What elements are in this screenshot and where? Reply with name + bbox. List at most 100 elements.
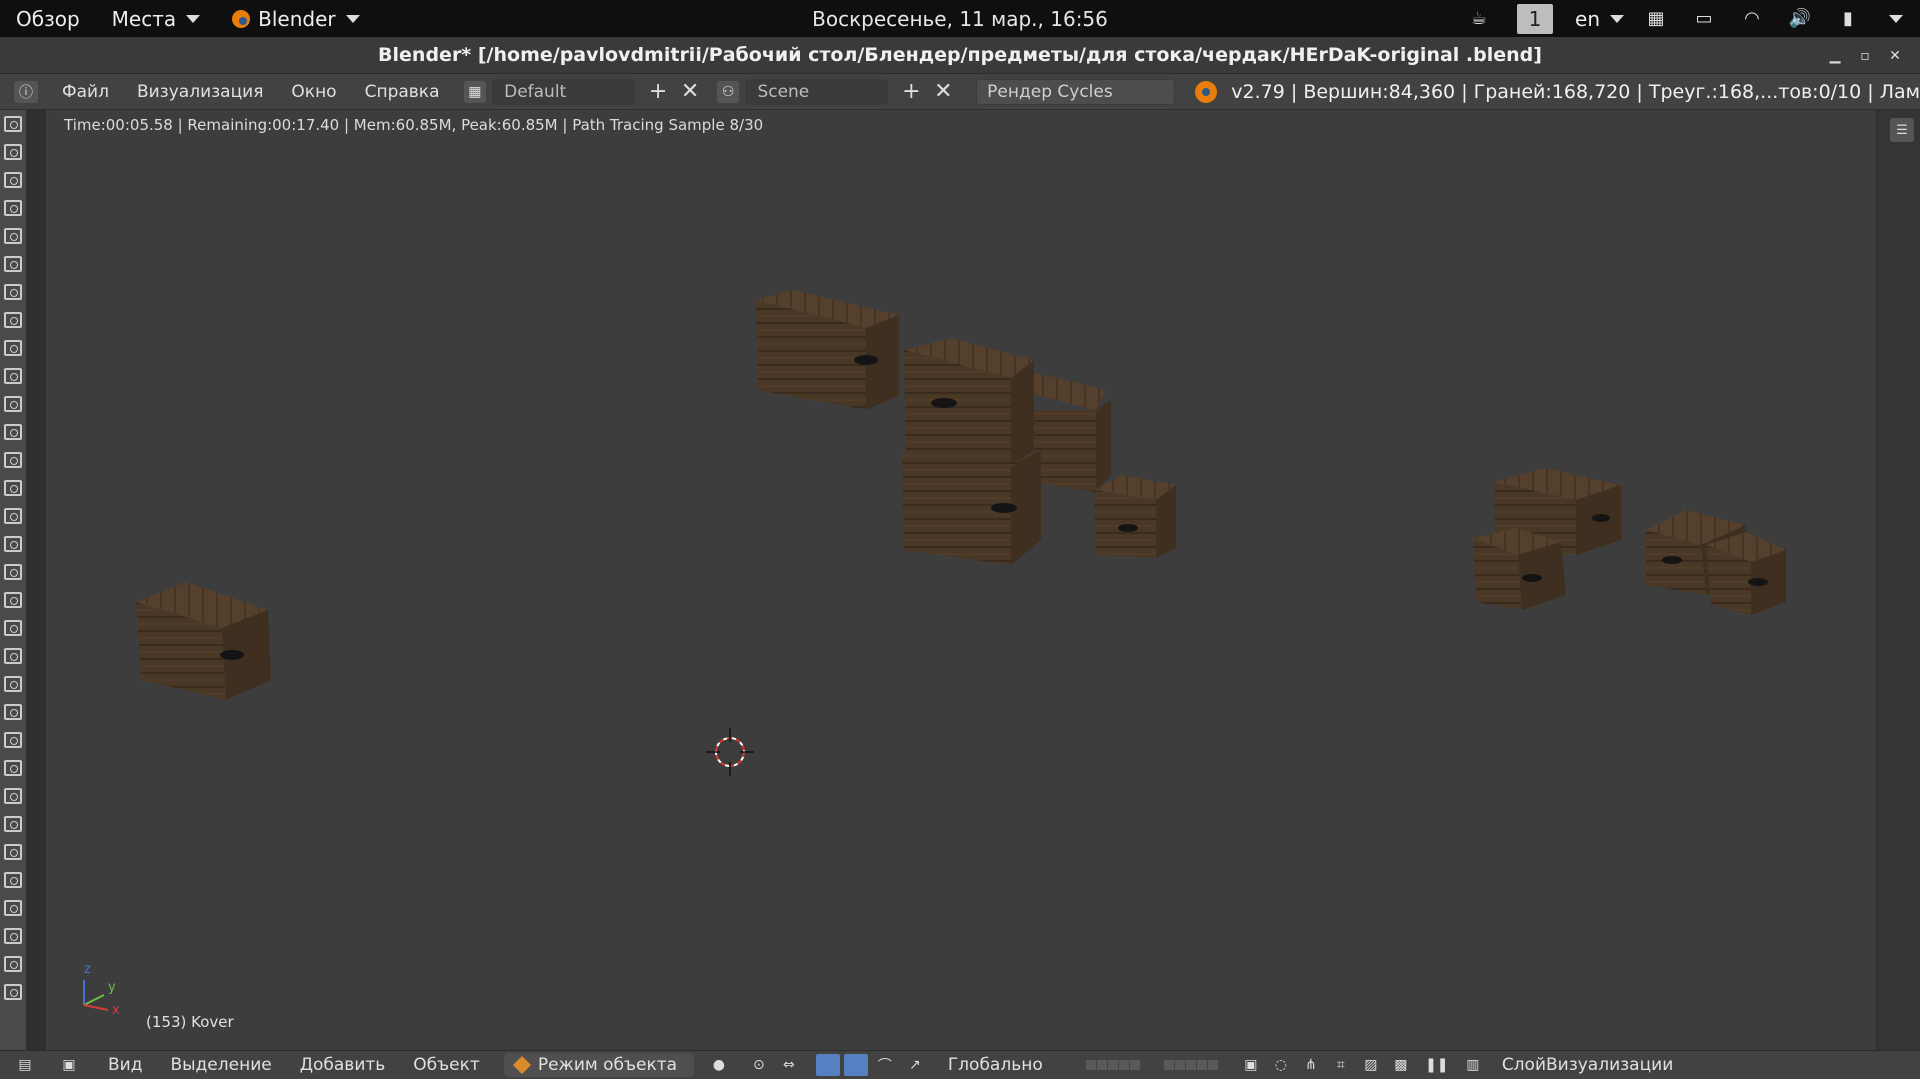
battery-icon[interactable]: ▮ xyxy=(1835,8,1861,30)
pivot-point-icon[interactable]: ⊙ xyxy=(748,1055,770,1075)
render-layer-tab-icon[interactable] xyxy=(4,564,22,580)
lock-layers-icon[interactable]: ▣ xyxy=(1240,1055,1262,1075)
proportional-edit-icon[interactable]: ◌ xyxy=(1270,1055,1292,1075)
render-layer-tab-icon[interactable] xyxy=(4,620,22,636)
rotate-manipulator-button[interactable] xyxy=(843,1054,868,1076)
menu-file[interactable]: Файл xyxy=(48,79,123,105)
screen-layout-icon[interactable]: ▦ xyxy=(463,80,487,103)
render-layer-tab-icon[interactable] xyxy=(4,704,22,720)
menu-select[interactable]: Выделение xyxy=(156,1055,285,1075)
crate[interactable] xyxy=(136,582,271,700)
crate[interactable] xyxy=(1706,532,1786,615)
wifi-icon[interactable]: ◠ xyxy=(1739,8,1765,30)
crate[interactable] xyxy=(904,338,1034,467)
render-layer-tab-icon[interactable] xyxy=(4,508,22,524)
scene-field[interactable]: Scene xyxy=(745,78,889,105)
render-layer-tab-icon[interactable] xyxy=(4,536,22,552)
network-manager-icon[interactable]: ▦ xyxy=(1643,8,1669,30)
crate[interactable] xyxy=(1473,528,1566,610)
editor-type-info[interactable]: ⓘ xyxy=(0,79,48,105)
render-layer-tab-icon[interactable] xyxy=(4,592,22,608)
3d-cursor-icon[interactable] xyxy=(706,728,754,776)
volume-icon[interactable]: 🔊 xyxy=(1787,8,1813,30)
translate-manipulator-button[interactable] xyxy=(815,1054,840,1076)
render-layer-tab-icon[interactable] xyxy=(4,676,22,692)
render-layer-tab-icon[interactable] xyxy=(4,172,22,188)
pause-render-icon[interactable]: ❚❚ xyxy=(1425,1055,1448,1075)
crate[interactable] xyxy=(756,290,899,410)
app-menu[interactable]: Blender xyxy=(216,0,375,37)
menu-window[interactable]: Окно xyxy=(277,79,350,105)
cup-icon[interactable]: ☕ xyxy=(1466,8,1492,30)
render-layer-tab-icon[interactable] xyxy=(4,452,22,468)
snap-icon[interactable]: ⋔ xyxy=(1300,1055,1322,1075)
opengl-animation-icon[interactable]: ▩ xyxy=(1390,1055,1412,1075)
render-layer-tab-icon[interactable] xyxy=(4,844,22,860)
snap-element-icon[interactable]: ⌗ xyxy=(1330,1055,1352,1075)
add-icon[interactable]: + xyxy=(902,79,920,104)
render-layer-tab-icon[interactable] xyxy=(4,144,22,160)
menu-view[interactable]: Вид xyxy=(94,1055,156,1075)
close-icon[interactable]: ✕ xyxy=(1880,48,1910,64)
add-icon[interactable]: + xyxy=(649,79,667,104)
render-layer-tab-icon[interactable] xyxy=(4,956,22,972)
view3d-editor-icon[interactable]: ▣ xyxy=(58,1055,80,1075)
render-layer-tab-icon[interactable] xyxy=(4,228,22,244)
menu-help[interactable]: Справка xyxy=(351,79,454,105)
render-layer-tab-icon[interactable] xyxy=(4,648,22,664)
render-layer-tab-icon[interactable] xyxy=(4,480,22,496)
render-layer-tab-icon[interactable] xyxy=(4,732,22,748)
render-layer-icon[interactable]: ▥ xyxy=(1462,1055,1484,1075)
render-layer-tab-icon[interactable] xyxy=(4,116,22,132)
system-menu-icon[interactable] xyxy=(1883,8,1909,30)
render-layer-tab-icon[interactable] xyxy=(4,256,22,272)
crate[interactable] xyxy=(1094,475,1176,558)
maximize-icon[interactable]: ▫ xyxy=(1850,48,1880,64)
render-layer-tab-icon[interactable] xyxy=(4,396,22,412)
render-layer-tab-icon[interactable] xyxy=(4,200,22,216)
tool-shelf-collapsed[interactable] xyxy=(26,110,46,1050)
render-layer-tab-icon[interactable] xyxy=(4,368,22,384)
render-layer-tab-icon[interactable] xyxy=(4,340,22,356)
render-layer-tab-icon[interactable] xyxy=(4,788,22,804)
close-icon[interactable]: ✕ xyxy=(934,79,952,104)
close-icon[interactable]: ✕ xyxy=(681,79,699,104)
render-engine-select[interactable]: Рендер Cycles xyxy=(976,78,1176,105)
curve-icon[interactable]: ⌒ xyxy=(874,1055,896,1075)
menu-add[interactable]: Добавить xyxy=(286,1055,400,1075)
render-layer-tab-icon[interactable] xyxy=(4,284,22,300)
interaction-mode-select[interactable]: Режим объекта xyxy=(503,1053,694,1077)
workspace-indicator[interactable]: 1 xyxy=(1517,3,1554,34)
layer-buttons-2[interactable] xyxy=(1163,1060,1218,1070)
activities-button[interactable]: Обзор xyxy=(0,0,96,37)
render-layer-tab-icon[interactable] xyxy=(4,872,22,888)
render-layer-tab-icon[interactable] xyxy=(4,312,22,328)
transform-orientation-select[interactable]: Глобально xyxy=(934,1055,1074,1075)
opengl-render-icon[interactable]: ▨ xyxy=(1360,1055,1382,1075)
render-layer-tab-icon[interactable] xyxy=(4,760,22,776)
render-layer-label[interactable]: СлойВизуализации xyxy=(1488,1055,1687,1075)
keyboard-layout-menu[interactable]: en xyxy=(1567,0,1632,37)
editor-type-icon[interactable]: ▤ xyxy=(14,1055,36,1075)
render-layer-tab-icon[interactable] xyxy=(4,928,22,944)
menu-render[interactable]: Визуализация xyxy=(123,79,277,105)
screen-layout-field[interactable]: Default xyxy=(492,78,635,105)
minimize-icon[interactable]: ▁ xyxy=(1820,48,1850,64)
places-menu[interactable]: Места xyxy=(96,0,216,37)
render-layer-tab-icon[interactable] xyxy=(4,984,22,1000)
layer-buttons[interactable] xyxy=(1085,1060,1140,1070)
manipulator-toggle-icon[interactable]: ⇔ xyxy=(778,1055,800,1075)
viewport-shading-icon[interactable]: ● xyxy=(708,1055,730,1075)
scale-icon[interactable]: ↗ xyxy=(904,1055,926,1075)
render-layer-tab-icon[interactable] xyxy=(4,816,22,832)
render-layer-tab-icon[interactable] xyxy=(4,900,22,916)
clipboard-icon[interactable]: ▭ xyxy=(1691,8,1717,30)
scene-icon[interactable]: ⚇ xyxy=(716,80,740,103)
properties-toggle-icon[interactable]: ☰ xyxy=(1890,118,1914,142)
properties-region[interactable] xyxy=(1876,110,1920,1050)
render-layer-tab-icon[interactable] xyxy=(4,424,22,440)
clock[interactable]: Воскресенье, 11 мар., 16:56 xyxy=(812,7,1108,31)
3d-viewport[interactable]: Time:00:05.58 | Remaining:00:17.40 | Mem… xyxy=(46,110,1876,1050)
menu-object[interactable]: Объект xyxy=(399,1055,494,1075)
crate[interactable] xyxy=(902,450,1041,565)
